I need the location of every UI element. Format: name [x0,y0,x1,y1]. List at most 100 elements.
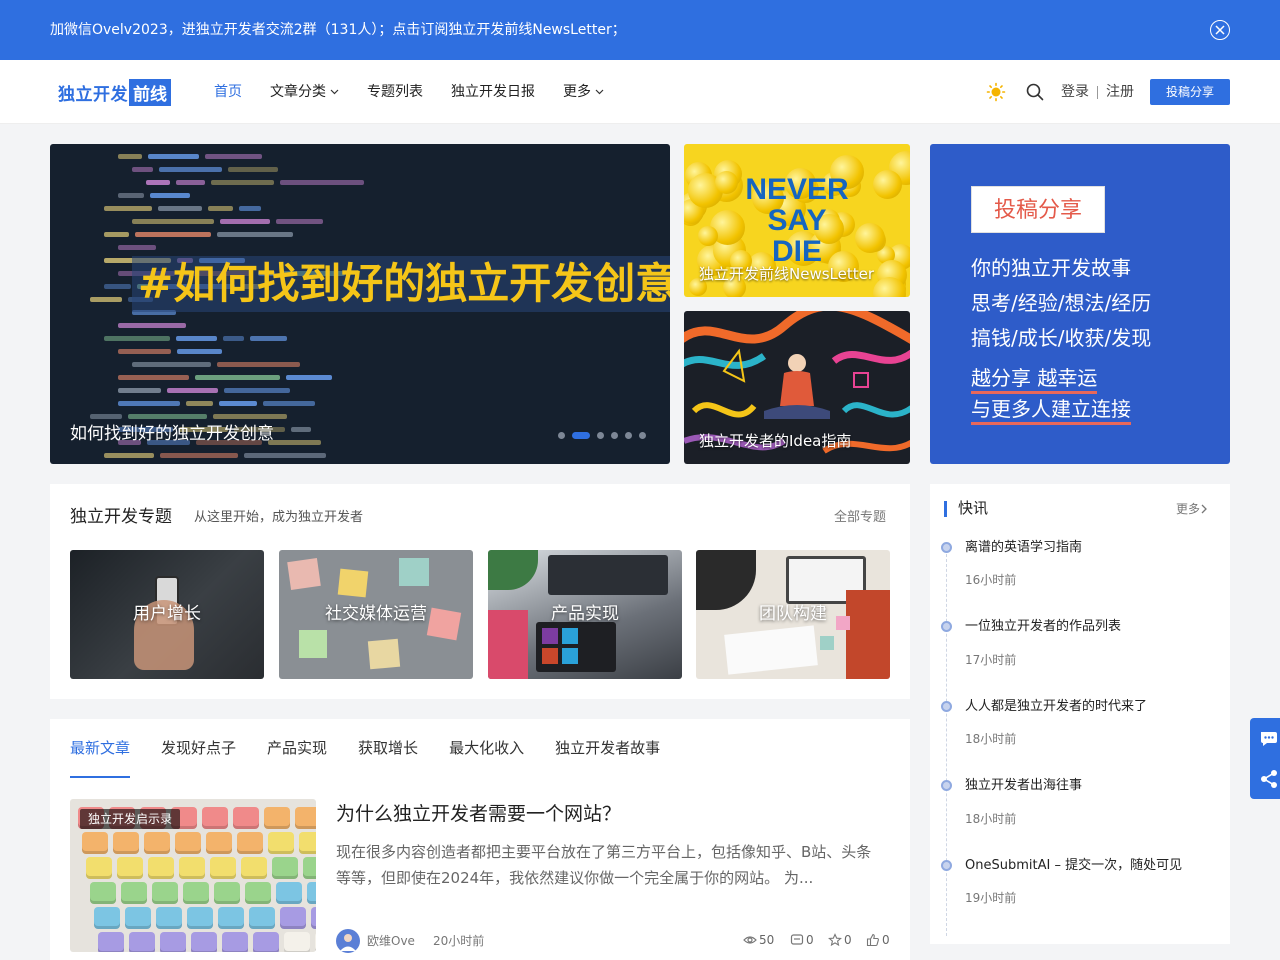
article-author[interactable]: 欧维Ove [367,933,415,949]
section-title: 独立开发专题 [70,507,172,527]
logo-highlight: 前线 [129,78,171,106]
search-icon[interactable] [1025,82,1045,102]
hero-slider[interactable]: #如何找到好的独立开发创意 如何找到好的独立开发创意 [50,144,670,464]
slider-dots [558,432,653,439]
submission-promo[interactable]: 投稿分享 你的独立开发故事 思考/经验/想法/经历 搞钱/成长/收获/发现 越分… [930,144,1230,464]
topic-card[interactable]: 团队构建 [696,550,890,679]
news-item-title[interactable]: 一位独立开发者的作品列表 [965,618,1121,636]
tab-ideas[interactable]: 发现好点子 [161,737,236,759]
promo-line: 你的独立开发故事 [971,256,1131,280]
timeline-line [946,544,947,936]
news-item-title[interactable]: OneSubmitAI – 提交一次，随处可见 [965,857,1182,875]
announcement-banner: 加微信Ovelv2023，进独立开发者交流2群（131人）；点击订阅独立开发前线… [0,0,1280,60]
title-accent [944,501,947,517]
nav-label: 首页 [214,84,242,100]
topic-card[interactable]: 产品实现 [488,550,682,679]
slider-dot[interactable] [611,432,618,439]
topic-card[interactable]: 社交媒体运营 [279,550,473,679]
slider-dot[interactable] [558,432,565,439]
nav-topics[interactable]: 专题列表 [367,82,423,102]
tab-stories[interactable]: 独立开发者故事 [555,737,660,759]
article-thumbnail[interactable]: 独立开发启示录 [70,799,316,952]
news-item-title[interactable]: 独立开发者出海往事 [965,777,1082,795]
tab-product[interactable]: 产品实现 [267,737,327,759]
nav-daily[interactable]: 独立开发日报 [451,82,535,102]
slider-dot[interactable] [625,432,632,439]
hero-caption[interactable]: 如何找到好的独立开发创意 [70,422,274,446]
nav-label: 专题列表 [367,84,423,100]
timeline-dot [941,542,952,553]
chevron-down-icon [595,89,604,95]
tab-latest[interactable]: 最新文章 [70,737,131,778]
topic-card[interactable]: 用户增长 [70,550,264,679]
news-item-time: 16小时前 [965,573,1017,587]
share-icon[interactable] [1258,768,1280,790]
favorites-count: 0 [844,933,852,947]
chat-icon[interactable] [1258,728,1280,750]
all-topics-link[interactable]: 全部专题 [834,509,886,527]
news-item-title[interactable]: 人人都是独立开发者的时代来了 [965,698,1147,716]
chevron-down-icon [330,89,339,95]
topic-label: 团队构建 [759,604,827,624]
comment-icon [790,934,804,945]
logo-text: 独立开发 [58,84,128,105]
article-category-tag[interactable]: 独立开发启示录 [80,809,181,829]
submit-post-button[interactable]: 投稿分享 [1150,79,1230,105]
flash-news: 快讯 更多 离谱的英语学习指南 16小时前 一位独立开发者的作品列表 17小时前… [930,484,1230,944]
slider-dot[interactable] [572,432,590,439]
topics-section: 独立开发专题 从这里开始，成为独立开发者 全部专题 用户增长 社交媒体运营 产品… [50,484,910,699]
card-image-text: NEVER SAY DIE [684,174,910,267]
section-subtitle: 从这里开始，成为独立开发者 [194,510,364,525]
tab-growth[interactable]: 获取增长 [358,737,418,759]
promo-highlight: 与更多人建立连接 [971,397,1131,425]
avatar[interactable] [336,929,360,953]
eye-icon [743,936,757,944]
more-news-link[interactable]: 更多 [1176,501,1208,517]
likes-count: 0 [882,933,890,947]
newsletter-card[interactable]: NEVER SAY DIE 独立开发前线NewsLetter [684,144,910,297]
nav-categories[interactable]: 文章分类 [270,82,339,102]
close-icon[interactable] [1210,20,1230,40]
article-time: 20小时前 [433,934,485,948]
idea-guide-card[interactable]: 独立开发者的Idea指南 [684,311,910,464]
image-word: NEVER [745,173,849,206]
nav-label: 更多 [563,84,591,100]
views-stat: 50 [743,932,774,948]
more-label: 更多 [1176,502,1201,516]
star-icon [828,933,842,947]
main-nav: 首页 文章分类 专题列表 独立开发日报 更多 [214,82,632,102]
article-title[interactable]: 为什么独立开发者需要一个网站？ [336,801,621,827]
login-link[interactable]: 登录 [1061,82,1089,102]
nav-home[interactable]: 首页 [214,82,242,102]
timeline-dot [941,860,952,871]
articles-section: 最新文章 发现好点子 产品实现 获取增长 最大化收入 独立开发者故事 独立开发启… [50,719,910,960]
card-caption: 独立开发者的Idea指南 [699,432,852,450]
sun-icon[interactable] [986,82,1006,102]
topic-label: 产品实现 [551,604,619,624]
site-logo[interactable]: 独立开发 前线 [58,78,171,106]
news-item-time: 17小时前 [965,653,1017,667]
slider-dot[interactable] [639,432,646,439]
chevron-right-icon [1201,504,1207,514]
news-item-title[interactable]: 离谱的英语学习指南 [965,539,1082,557]
register-link[interactable]: 注册 [1106,82,1134,102]
tab-revenue[interactable]: 最大化收入 [449,737,524,759]
likes-stat[interactable]: 0 [866,932,890,948]
nav-more[interactable]: 更多 [563,82,604,102]
slider-dot[interactable] [597,432,604,439]
timeline-dot [941,780,952,791]
news-item-time: 18小时前 [965,732,1017,746]
promo-highlight: 越分享 越幸运 [971,366,1098,394]
promo-button[interactable]: 投稿分享 [971,186,1105,233]
views-count: 50 [759,933,775,947]
favorites-stat[interactable]: 0 [828,932,852,948]
divider [1097,86,1098,99]
site-header: 独立开发 前线 首页 文章分类 专题列表 独立开发日报 更多 登录 注册 投稿分… [0,60,1280,124]
card-caption: 独立开发前线NewsLetter [699,265,875,283]
announcement-text[interactable]: 加微信Ovelv2023，进独立开发者交流2群（131人）；点击订阅独立开发前线… [50,20,626,40]
comments-count: 0 [806,933,814,947]
topic-label: 用户增长 [133,604,201,624]
comments-stat[interactable]: 0 [790,932,814,948]
news-item-time: 18小时前 [965,812,1017,826]
image-word: DIE [771,235,822,268]
